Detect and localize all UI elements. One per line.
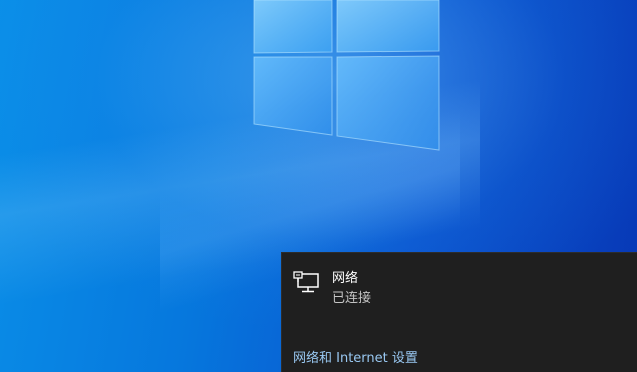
network-item[interactable]: 网络 已连接 [282,263,637,315]
network-flyout: 网络 已连接 网络和 Internet 设置 [281,252,637,372]
network-settings-link[interactable]: 网络和 Internet 设置 [293,351,418,367]
ethernet-icon [293,271,321,295]
network-status: 已连接 [332,291,372,306]
network-name: 网络 [332,271,359,286]
